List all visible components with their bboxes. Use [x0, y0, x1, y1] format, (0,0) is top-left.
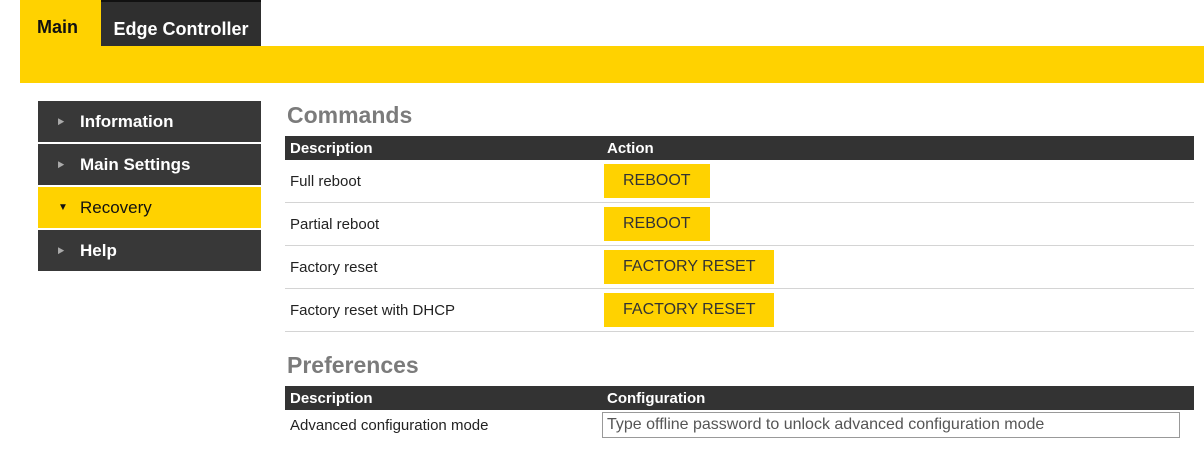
preferences-section: Preferences Description Configuration Ad… [285, 350, 1195, 440]
partial-reboot-button[interactable]: REBOOT [604, 207, 710, 241]
row-description: Partial reboot [285, 202, 602, 246]
row-action-cell: REBOOT [602, 160, 1194, 203]
full-reboot-button[interactable]: REBOOT [604, 164, 710, 198]
sidebar-item-main-settings[interactable]: ▶ Main Settings [38, 144, 261, 185]
row-action-cell: FACTORY RESET [602, 245, 1194, 289]
row-description: Full reboot [285, 160, 602, 203]
column-header-action: Action [602, 136, 1194, 160]
table-row: Advanced configuration mode [285, 410, 1194, 440]
table-row: Factory reset with DHCP FACTORY RESET [285, 288, 1194, 332]
preferences-table: Description Configuration Advanced confi… [285, 386, 1194, 440]
column-header-description: Description [285, 386, 602, 410]
sidebar-item-label: Recovery [80, 197, 152, 217]
table-row: Full reboot REBOOT [285, 160, 1194, 203]
column-header-description: Description [285, 136, 602, 160]
commands-title: Commands [287, 102, 413, 128]
table-header-row: Description Action [285, 136, 1194, 160]
table-row: Partial reboot REBOOT [285, 202, 1194, 246]
main-content: Commands Description Action Full reboot … [285, 100, 1195, 440]
sidebar-item-information[interactable]: ▶ Information [38, 101, 261, 142]
tab-main[interactable]: Main [20, 0, 101, 46]
row-description: Factory reset with DHCP [285, 288, 602, 332]
chevron-right-icon: ▶ [58, 245, 65, 255]
chevron-right-icon: ▶ [58, 159, 65, 169]
commands-table: Description Action Full reboot REBOOT Pa… [285, 136, 1194, 332]
sidebar-item-label: Help [80, 240, 117, 260]
header-banner [20, 46, 1204, 83]
offline-password-input[interactable] [602, 412, 1180, 438]
sidebar-item-recovery[interactable]: ▼ Recovery [38, 187, 261, 228]
tab-edge-controller-label: Edge Controller [113, 19, 249, 39]
factory-reset-button[interactable]: FACTORY RESET [604, 250, 775, 284]
sidebar: ▶ Information ▶ Main Settings ▼ Recovery… [38, 101, 261, 273]
factory-reset-dhcp-button[interactable]: FACTORY RESET [604, 293, 775, 327]
table-row: Factory reset FACTORY RESET [285, 245, 1194, 289]
tab-edge-controller[interactable]: Edge Controller [101, 0, 261, 46]
chevron-down-icon: ▼ [58, 202, 68, 213]
top-tab-bar: Main Edge Controller [20, 0, 261, 46]
column-header-configuration: Configuration [602, 386, 1194, 410]
chevron-right-icon: ▶ [58, 116, 65, 126]
sidebar-item-label: Information [80, 111, 174, 131]
row-config-cell [602, 410, 1194, 440]
sidebar-item-help[interactable]: ▶ Help [38, 230, 261, 271]
sidebar-item-label: Main Settings [80, 154, 191, 174]
preferences-title: Preferences [287, 352, 419, 378]
row-description: Factory reset [285, 245, 602, 289]
table-header-row: Description Configuration [285, 386, 1194, 410]
row-description: Advanced configuration mode [290, 416, 489, 434]
row-action-cell: FACTORY RESET [602, 288, 1194, 332]
tab-main-label: Main [37, 17, 79, 37]
row-action-cell: REBOOT [602, 202, 1194, 246]
